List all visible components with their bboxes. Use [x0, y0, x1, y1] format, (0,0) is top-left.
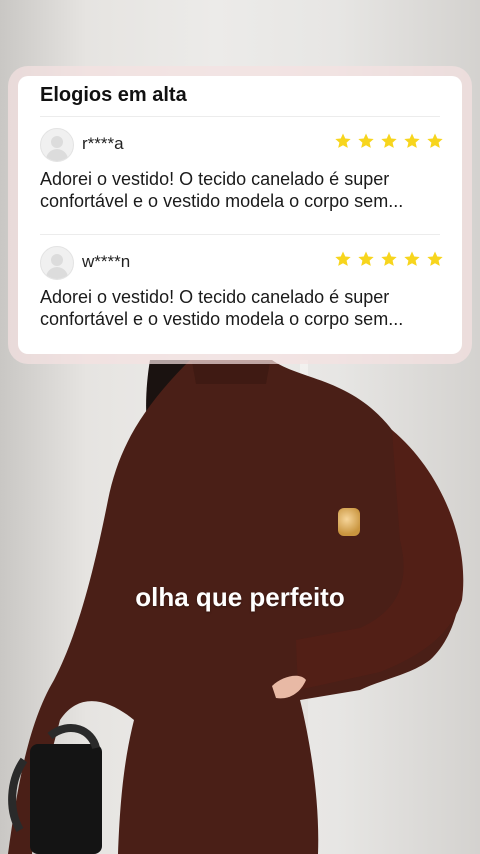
divider — [40, 116, 440, 117]
divider — [40, 234, 440, 235]
rating-stars — [334, 132, 444, 150]
star-icon — [427, 251, 443, 266]
avatar — [40, 128, 74, 162]
star-icon — [404, 251, 420, 266]
review-username: w****n — [82, 252, 131, 271]
video-caption: olha que perfeito — [135, 582, 345, 612]
avatar — [40, 246, 74, 280]
star-icon — [358, 133, 374, 148]
rating-stars — [334, 250, 444, 268]
door-knob — [338, 508, 360, 536]
bag-shape — [30, 744, 102, 854]
star-icon — [381, 133, 397, 148]
star-icon — [335, 133, 351, 148]
star-icon — [381, 251, 397, 266]
star-icon — [404, 133, 420, 148]
review-username: r****a — [82, 134, 124, 153]
reviews-card: Elogios em alta r****a Adorei o vestido!… — [18, 76, 462, 354]
star-icon — [427, 133, 443, 148]
review-text: Adorei o vestido! O tecido canelado é su… — [40, 287, 404, 329]
star-icon — [335, 251, 351, 266]
review-text: Adorei o vestido! O tecido canelado é su… — [40, 169, 404, 211]
star-icon — [358, 251, 374, 266]
card-title: Elogios em alta — [40, 84, 187, 106]
